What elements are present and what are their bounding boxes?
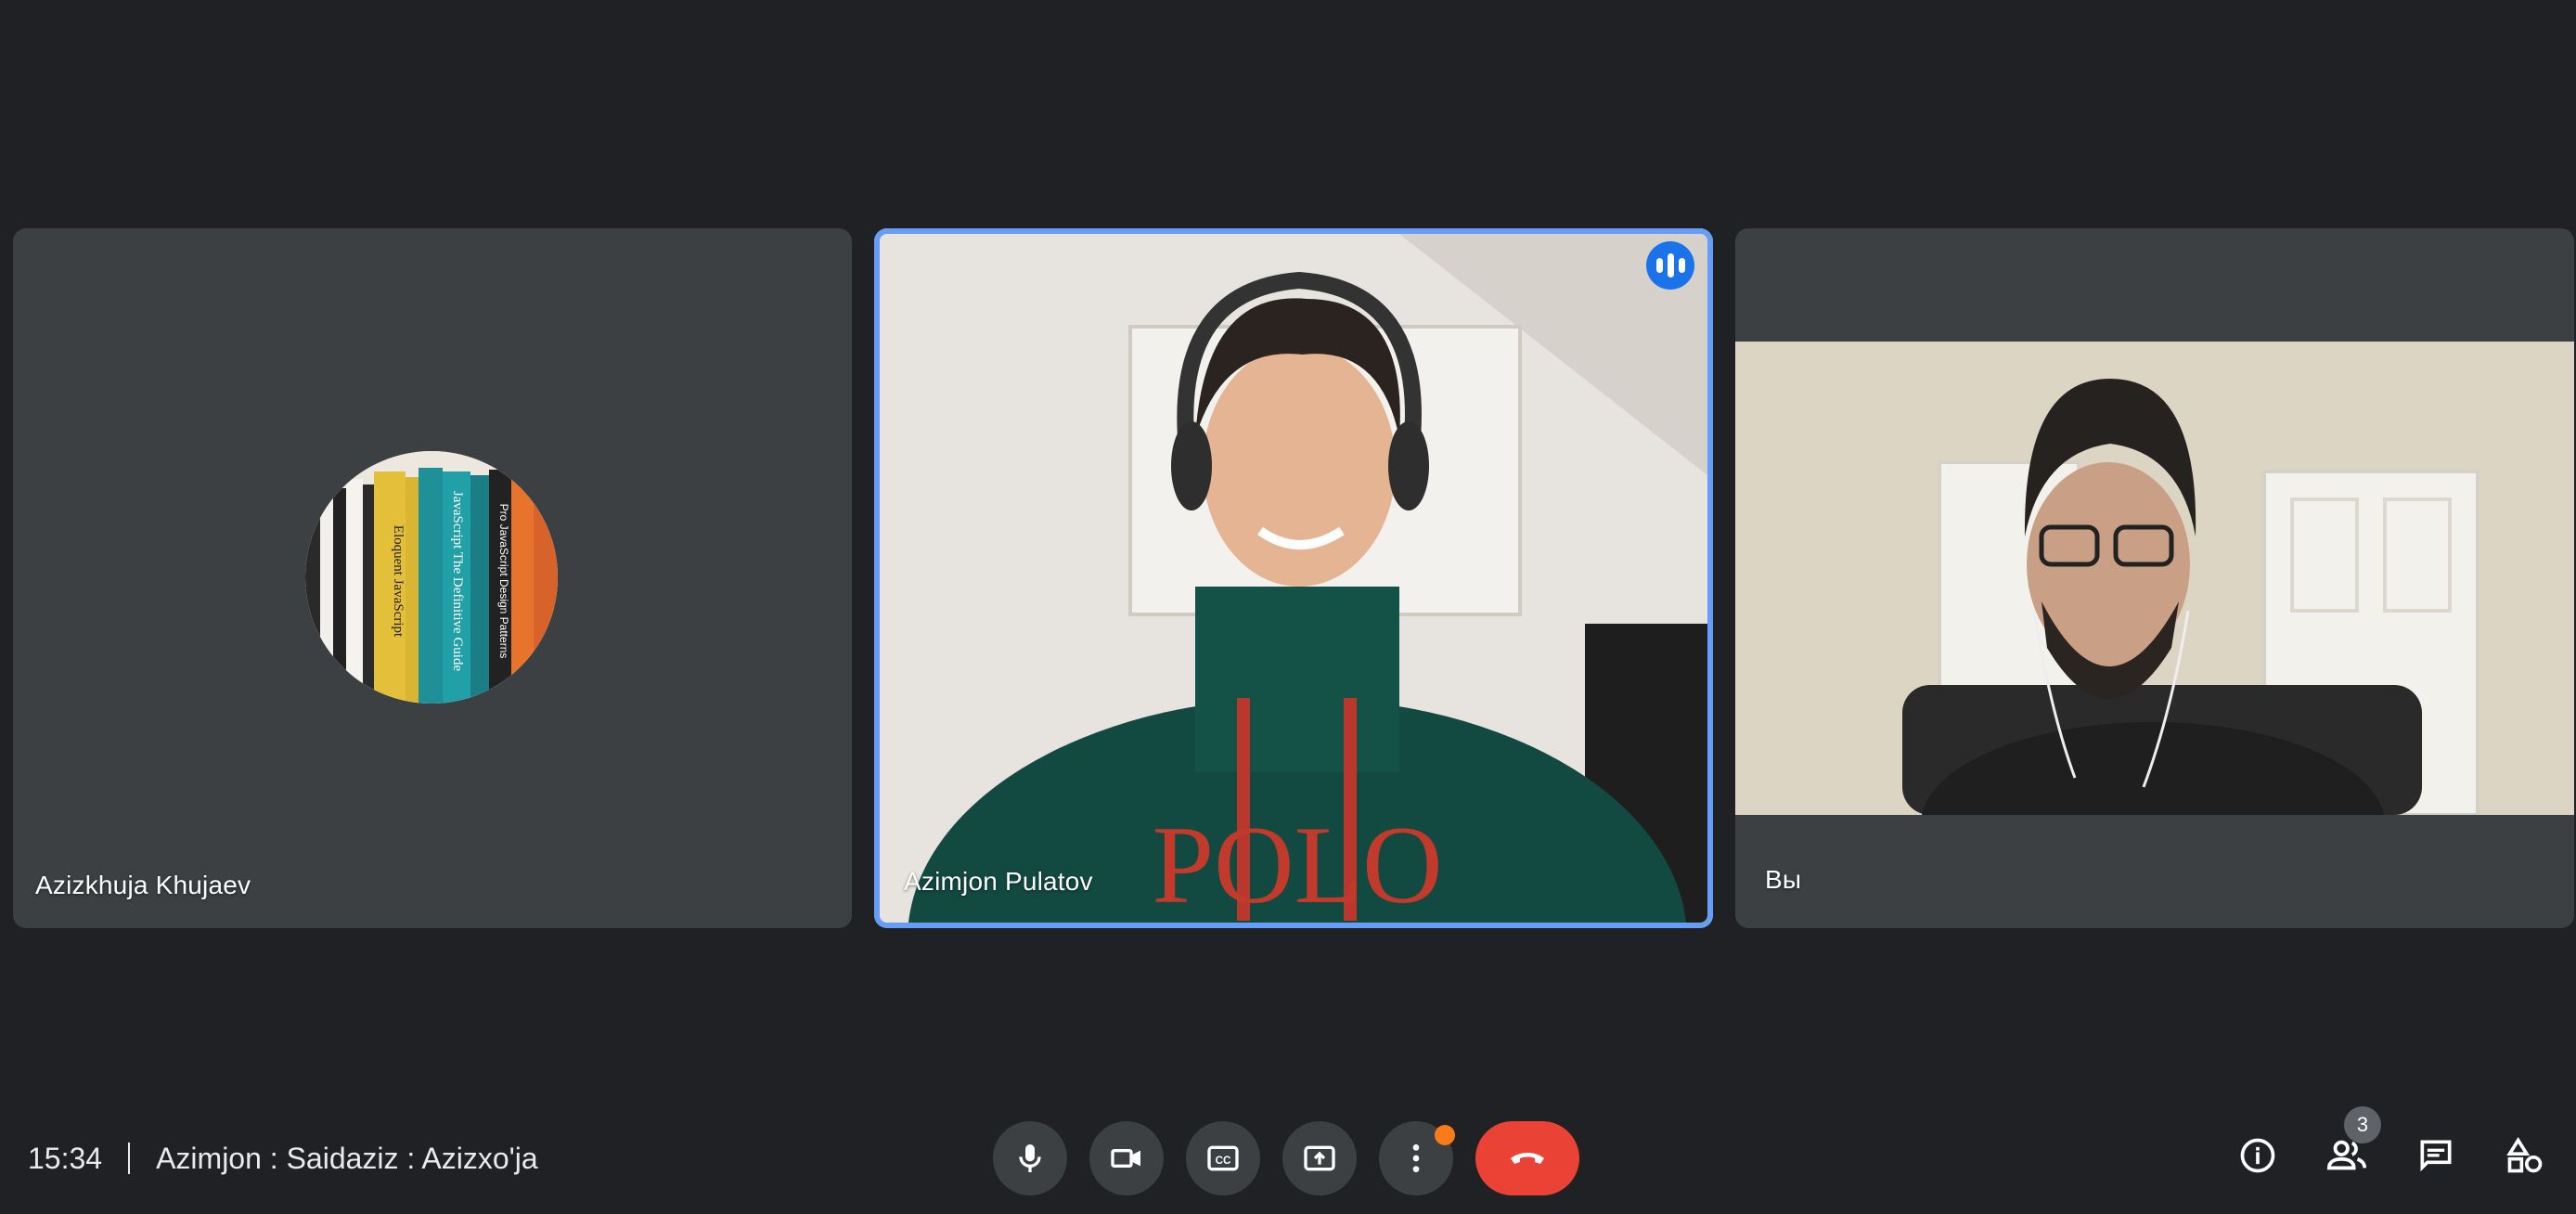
info-icon	[2240, 1138, 2275, 1173]
activities-icon	[2506, 1137, 2543, 1173]
microphone-button[interactable]	[993, 1121, 1067, 1195]
self-video	[1735, 342, 2574, 815]
svg-text:CC: CC	[1216, 1155, 1231, 1167]
participant-tile-azizkhuja[interactable]: Eloquent JavaScript JavaScript The Defin…	[13, 228, 852, 928]
present-icon	[1304, 1145, 1335, 1171]
svg-text:Eloquent JavaScript: Eloquent JavaScript	[391, 525, 406, 638]
camera-icon	[1111, 1149, 1140, 1168]
camera-button[interactable]	[1089, 1121, 1164, 1195]
activities-button[interactable]	[2498, 1129, 2552, 1182]
speaking-indicator-icon	[1646, 241, 1694, 290]
more-options-button[interactable]	[1379, 1121, 1455, 1195]
hang-up-icon	[1511, 1153, 1544, 1164]
microphone-icon	[1019, 1144, 1041, 1172]
captions-icon: CC	[1207, 1145, 1239, 1171]
chat-icon	[2420, 1140, 2452, 1172]
meeting-title: Azimjon : Saidaziz : Azizxo'ja	[156, 1141, 538, 1175]
meeting-details-button[interactable]	[2231, 1129, 2285, 1182]
participant-tile-self[interactable]: Вы	[1735, 228, 2574, 928]
participant-name: Azimjon Pulatov	[904, 867, 1093, 896]
people-button[interactable]: 3	[2320, 1106, 2381, 1182]
present-button[interactable]	[1282, 1121, 1357, 1195]
divider	[128, 1143, 131, 1174]
participant-name: Azizkhuja Khujaev	[35, 871, 251, 899]
side-panel-controls: 3	[2231, 1106, 2552, 1182]
meeting-time: 15:34	[28, 1141, 103, 1175]
captions-button[interactable]: CC	[1186, 1121, 1260, 1195]
hang-up-button[interactable]	[1475, 1121, 1579, 1195]
participant-video: POLO	[880, 234, 1707, 923]
participant-tile-azimjon[interactable]: POLO Azimjon Pulatov	[874, 228, 1713, 928]
more-options-icon	[1412, 1144, 1420, 1172]
call-controls: CC	[993, 1121, 1579, 1195]
meeting-info: 15:34 Azimjon : Saidaziz : Azizxo'ja	[28, 1140, 538, 1177]
notification-dot	[1435, 1125, 1455, 1145]
participant-avatar: Eloquent JavaScript JavaScript The Defin…	[305, 451, 558, 704]
svg-text:JavaScript The Definitive Guid: JavaScript The Definitive Guide	[450, 491, 465, 672]
participant-name: Вы	[1765, 865, 1802, 894]
chat-button[interactable]	[2409, 1129, 2463, 1182]
participant-count-badge: 3	[2344, 1106, 2381, 1143]
svg-text:POLO: POLO	[1152, 803, 1442, 923]
bookshelf-image: Eloquent JavaScript JavaScript The Defin…	[305, 451, 558, 704]
svg-text:Pro JavaScript Design Patterns: Pro JavaScript Design Patterns	[497, 504, 510, 659]
